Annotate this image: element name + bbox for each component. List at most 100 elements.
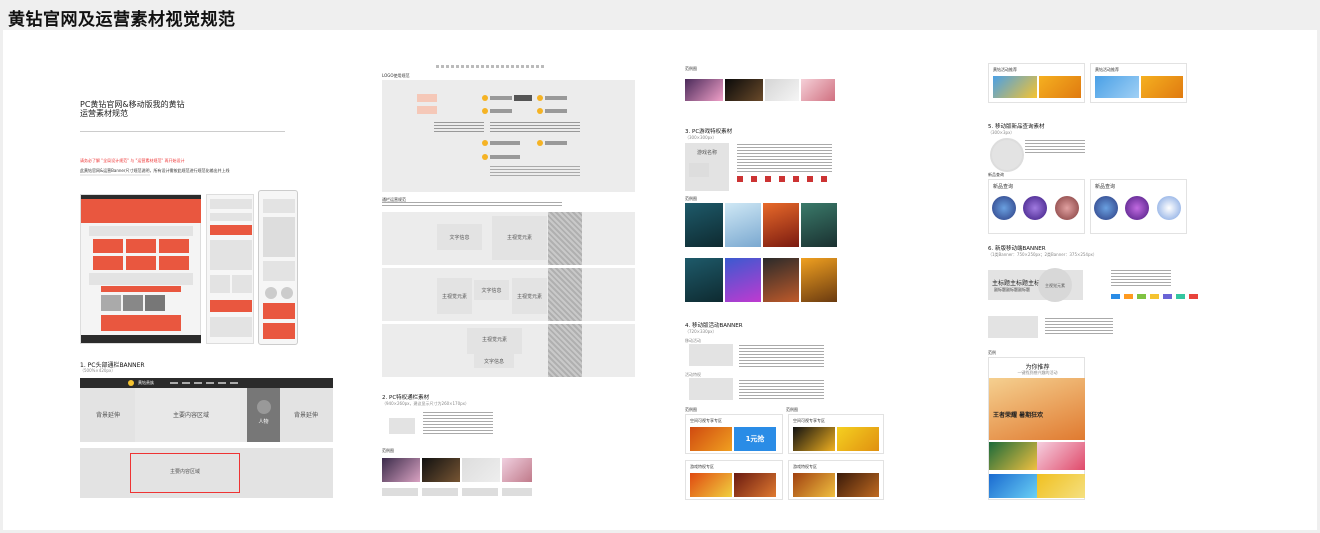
color-chip xyxy=(1124,294,1133,299)
demo-thumb xyxy=(502,458,532,482)
card-title: 游戏特权专区 xyxy=(690,464,714,469)
color-chip xyxy=(1163,294,1172,299)
main-visual-label: 主视觉元素 xyxy=(481,337,507,343)
nav-logo: 黄钻贵族 xyxy=(138,380,154,385)
game-thumb xyxy=(725,258,761,302)
demo-thumb xyxy=(801,79,835,101)
main-visual-label: 主视觉元素 xyxy=(516,294,542,300)
col1-doc-title: PC黄钻官网&移动版我的黄钻 运营素材规范 xyxy=(80,100,185,118)
desc-lines xyxy=(1025,140,1085,154)
page-title: 黄钻官网及运营素材视觉规范 xyxy=(8,10,236,30)
main-visual-label: 主视觉元素 xyxy=(441,294,467,300)
col3-demo2: 范例图 xyxy=(685,196,697,201)
game-title: 王者荣耀 暑期狂欢 xyxy=(993,412,1044,419)
promo-card: 空间可视专享专区 xyxy=(788,414,884,454)
col3-demo3: 范例图 xyxy=(685,407,697,412)
main-visual-label: 主视觉元素 xyxy=(506,235,532,241)
text-info-label: 文字信息 xyxy=(449,235,470,241)
layout-row-2: 主视觉元素 文字信息 主视觉元素 xyxy=(382,268,635,321)
color-chip xyxy=(1150,294,1159,299)
card-title: 空间可视专享专区 xyxy=(793,418,825,423)
text-line xyxy=(80,174,150,176)
game-name-label: 游戏名称 xyxy=(696,150,717,156)
layout-row-3: 主视觉元素 文字信息 xyxy=(382,324,635,377)
logo-row xyxy=(737,176,832,182)
new-product-card: 新品查询 xyxy=(1090,179,1187,234)
demo-thumb xyxy=(382,458,420,482)
activity-card: 黄钻活动推荐 xyxy=(988,63,1085,103)
col4-sec5-title: 5. 移动版新品查询素材 xyxy=(988,124,1045,130)
col3-sec4-title: 4. 移动版活动BANNER xyxy=(685,323,743,329)
divider xyxy=(80,131,285,132)
col4-demo: 范例 xyxy=(988,350,996,355)
color-chip xyxy=(1111,294,1120,299)
logo-usage-panel xyxy=(382,80,635,192)
game-spec: 游戏名称 xyxy=(685,143,729,191)
banner-spec-2: 主要内容区域 xyxy=(80,448,333,498)
demo-thumb xyxy=(725,79,763,101)
card-title: 黄钻活动推荐 xyxy=(993,67,1017,72)
card-title: 游戏特权专区 xyxy=(793,464,817,469)
col4-new-label: 新品查询 xyxy=(988,172,1004,177)
game-thumb xyxy=(725,203,761,247)
card-title: 空间可视专享专区 xyxy=(690,418,722,423)
layout-row-1: 文字信息 主视觉元素 xyxy=(382,212,635,265)
desc-lines xyxy=(1111,270,1171,288)
new-product-card: 新品查询 xyxy=(988,179,1085,234)
game-thumb xyxy=(801,203,837,247)
diamond-icon xyxy=(128,380,134,386)
banner-spec-750: 主标题主标题主标题 副标题副标题副标题 主视觉元素 xyxy=(988,268,1083,302)
ruler xyxy=(436,65,546,68)
color-chip xyxy=(1176,294,1185,299)
mobile-banner-spec xyxy=(689,344,733,366)
card-title: 新品查询 xyxy=(1095,184,1116,190)
mobile-page-preview xyxy=(258,190,298,345)
col2-sec2-size: （940×260px，建议显示尺寸为260×170px） xyxy=(382,401,470,406)
pc-homepage-preview xyxy=(80,194,201,344)
col4-sec6-size: （1类Banner：750×250px；2类Banner：375×254px） xyxy=(988,252,1097,257)
main-area2-label: 主要内容区域 xyxy=(169,469,200,475)
demo-thumb xyxy=(685,79,723,101)
col1-red-note: 请务必了解 "全局设计规范" 与 "运营素材规范" 再开始设计 xyxy=(80,158,185,163)
spec-canvas: PC黄钻官网&移动版我的黄钻 运营素材规范 请务必了解 "全局设计规范" 与 "… xyxy=(3,30,1317,530)
logo-section-label: LOGO使用规范 xyxy=(382,73,410,78)
text-info-label: 文字信息 xyxy=(481,288,502,294)
game-thumb xyxy=(685,258,723,302)
promo-text: 1元抢 xyxy=(745,435,765,443)
promo-card: 游戏特权专区 xyxy=(685,460,783,500)
activity-card: 黄钻活动推荐 xyxy=(1090,63,1187,103)
card-title: 新品查询 xyxy=(993,184,1014,190)
sub-title: 副标题副标题副标题 xyxy=(994,287,1030,292)
privilege-spec xyxy=(389,418,415,434)
col3-sec4-size: （720×330px） xyxy=(685,329,717,334)
phone-demo: 为你推荐 一键找到感兴趣的活动 王者荣耀 暑期狂欢 xyxy=(988,357,1085,500)
promo-card: 游戏特权专区 xyxy=(788,460,884,500)
bg-ext-left-label: 背景延伸 xyxy=(95,412,120,419)
desc-lines xyxy=(1045,318,1113,336)
game-thumb xyxy=(685,203,723,247)
pc-subpage-preview xyxy=(206,194,254,344)
text-info-label: 文字信息 xyxy=(483,359,504,365)
col4-sec6-title: 6. 新版移动端BANNER xyxy=(988,246,1046,252)
demo-thumb xyxy=(422,458,460,482)
mobile-banner-spec xyxy=(689,378,733,400)
desc-lines xyxy=(382,202,562,208)
desc-lines xyxy=(739,380,824,400)
col3-demo3b: 范例图 xyxy=(786,407,798,412)
game-thumb xyxy=(763,203,799,247)
caption-lines xyxy=(382,488,532,496)
game-thumb xyxy=(763,258,799,302)
person-label: 人物 xyxy=(258,419,269,425)
bg-ext-right-label: 背景延伸 xyxy=(293,412,318,419)
col3-sec3-size: （300×300px） xyxy=(685,135,717,140)
col3-sec3-title: 3. PC游戏特权素材 xyxy=(685,129,733,135)
banner-spec-1: 背景延伸 主要内容区域 人物 背景延伸 xyxy=(80,388,333,442)
col2-sec2-title: 2. PC特权通栏素材 xyxy=(382,395,430,401)
col1-sec1-size: （500%×420px） xyxy=(80,368,116,373)
promo-card: 空间可视专享专区 1元抢 xyxy=(685,414,783,454)
game-thumb xyxy=(801,258,837,302)
phone-sub: 一键找到感兴趣的活动 xyxy=(1017,370,1058,375)
col3-demo: 范例图 xyxy=(685,66,697,71)
pc-nav-bar: 黄钻贵族 xyxy=(80,378,333,388)
banner-spec-375 xyxy=(988,316,1038,338)
